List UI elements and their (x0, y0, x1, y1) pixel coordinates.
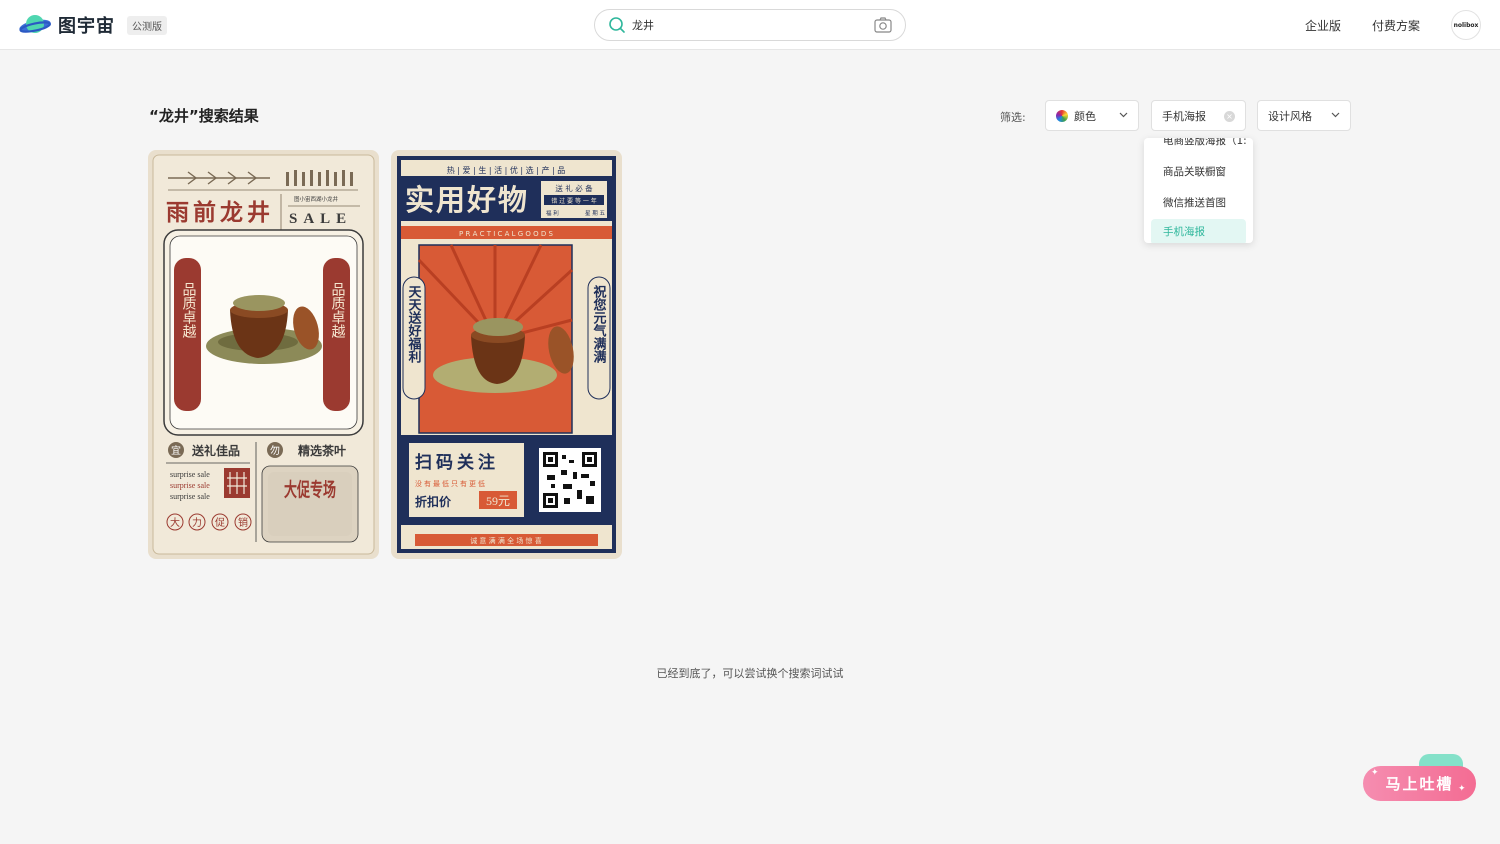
dropdown-item[interactable]: 电商竖版海报（1: (1144, 138, 1253, 154)
tea-badge: 勿 (270, 445, 280, 457)
poster-right-tag: 品质卓越 (330, 282, 346, 338)
nav-pricing[interactable]: 付费方案 (1372, 17, 1420, 34)
color-filter[interactable]: 颜色 (1045, 100, 1139, 131)
search-input[interactable] (632, 18, 862, 32)
box-line: 错 过 要 等 一 年 (551, 197, 597, 205)
bottom-char: 力 (192, 516, 202, 529)
page-title: “龙井”搜索结果 (149, 107, 259, 125)
poster-title: 雨前龙井 (166, 199, 274, 225)
poster-scan: 扫码关注 (415, 452, 499, 472)
logo-text: 图宇宙 (58, 16, 115, 37)
planet-logo-icon (19, 15, 51, 33)
box-line: 星 期 五 (585, 210, 605, 217)
result-card[interactable]: 雨前龙井 图小宙西湖小龙井 SALE 品质卓越 品质卓越 宜 送礼佳品 勿 精选… (148, 150, 379, 559)
dropdown-item[interactable]: 微信推送首图 (1144, 190, 1253, 216)
poster-top-line: 热 | 爱 | 生 | 活 | 优 | 选 | 产 | 品 (447, 165, 565, 175)
dropdown-item-selected[interactable]: 手机海报 (1151, 219, 1246, 243)
bottom-char: 销 (238, 516, 248, 529)
search-bar[interactable] (594, 9, 906, 41)
nav-enterprise[interactable]: 企业版 (1305, 17, 1341, 34)
top-header: 图宇宙 公测版 企业版 付费方案 nolibox (0, 0, 1500, 50)
poster-small-line: 没有最低只有更低 (415, 479, 487, 488)
promo-text: 大促专场 (284, 478, 336, 501)
poster-tea: 精选茶叶 (298, 443, 346, 458)
style-filter[interactable]: 设计风格 (1257, 100, 1351, 131)
sparkle-icon: ✦ (1371, 768, 1379, 778)
poster-right-vertical: 祝您元气满满 (592, 284, 607, 364)
clear-icon[interactable]: × (1224, 111, 1235, 122)
surprise-line: surprise sale (170, 470, 210, 479)
filter-label: 筛选: (1000, 111, 1026, 124)
poster-image: 热 | 爱 | 生 | 活 | 优 | 选 | 产 | 品 实用好物 送 礼 必… (391, 150, 622, 559)
style-filter-label: 设计风格 (1268, 109, 1312, 123)
poster-left-tag: 品质卓越 (181, 282, 197, 338)
beta-badge: 公测版 (127, 15, 167, 35)
sparkle-icon: ✦ (1458, 784, 1466, 794)
dropdown-item[interactable]: 商品关联橱窗 (1144, 159, 1253, 185)
poster-discount: 折扣价 (415, 494, 452, 509)
box-line: 福 利 (546, 209, 559, 217)
result-card[interactable]: 热 | 爱 | 生 | 活 | 优 | 选 | 产 | 品 实用好物 送 礼 必… (391, 150, 622, 559)
size-dropdown: 电商竖版海报（1: 商品关联橱窗 微信推送首图 手机海报 (1144, 138, 1253, 243)
surprise-line: surprise sale (170, 481, 210, 490)
search-icon[interactable] (608, 16, 626, 34)
chevron-down-icon (1119, 112, 1128, 118)
poster-gift: 送礼佳品 (191, 443, 240, 458)
color-filter-label: 颜色 (1074, 109, 1096, 123)
poster-title: 实用好物 (405, 183, 529, 217)
end-of-results-text: 已经到底了，可以尝试换个搜索词试试 (656, 667, 844, 680)
bottom-char: 促 (215, 516, 225, 529)
color-wheel-icon (1056, 109, 1068, 122)
poster-price: 59元 (486, 494, 510, 508)
poster-english: P R A C T I C A L G O O D S (459, 230, 553, 238)
size-filter-label: 手机海报 (1162, 109, 1206, 123)
chevron-down-icon (1331, 112, 1340, 118)
gift-badge: 宜 (171, 444, 181, 457)
camera-icon[interactable] (874, 17, 892, 33)
poster-footer: 诚 意 满 满 全 场 惊 喜 (470, 536, 542, 545)
avatar[interactable]: nolibox (1451, 10, 1481, 40)
poster-subtitle: 图小宙西湖小龙井 (294, 195, 339, 203)
poster-image: 雨前龙井 图小宙西湖小龙井 SALE 品质卓越 品质卓越 宜 送礼佳品 勿 精选… (148, 150, 379, 559)
box-line: 送 礼 必 备 (555, 183, 593, 193)
bottom-char: 大 (170, 516, 180, 529)
logo[interactable]: 图宇宙 公测版 (18, 12, 167, 38)
poster-sale: SALE (289, 211, 352, 227)
surprise-line: surprise sale (170, 492, 210, 501)
size-filter[interactable]: 手机海报 × (1151, 100, 1246, 131)
poster-left-vertical: 天天送好福利 (407, 285, 423, 364)
